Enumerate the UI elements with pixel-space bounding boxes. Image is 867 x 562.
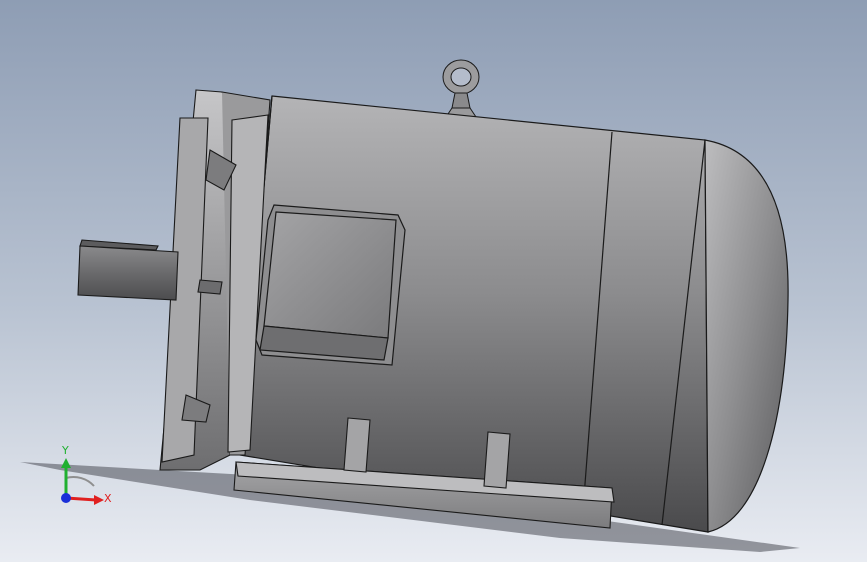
triad-z-axis: [61, 493, 71, 503]
terminal-box[interactable]: [255, 204, 406, 366]
model-view[interactable]: [0, 0, 867, 562]
graphics-viewport[interactable]: Y X: [0, 0, 867, 562]
triad-x-label: X: [104, 492, 112, 505]
triad-y-label: Y: [62, 444, 69, 457]
